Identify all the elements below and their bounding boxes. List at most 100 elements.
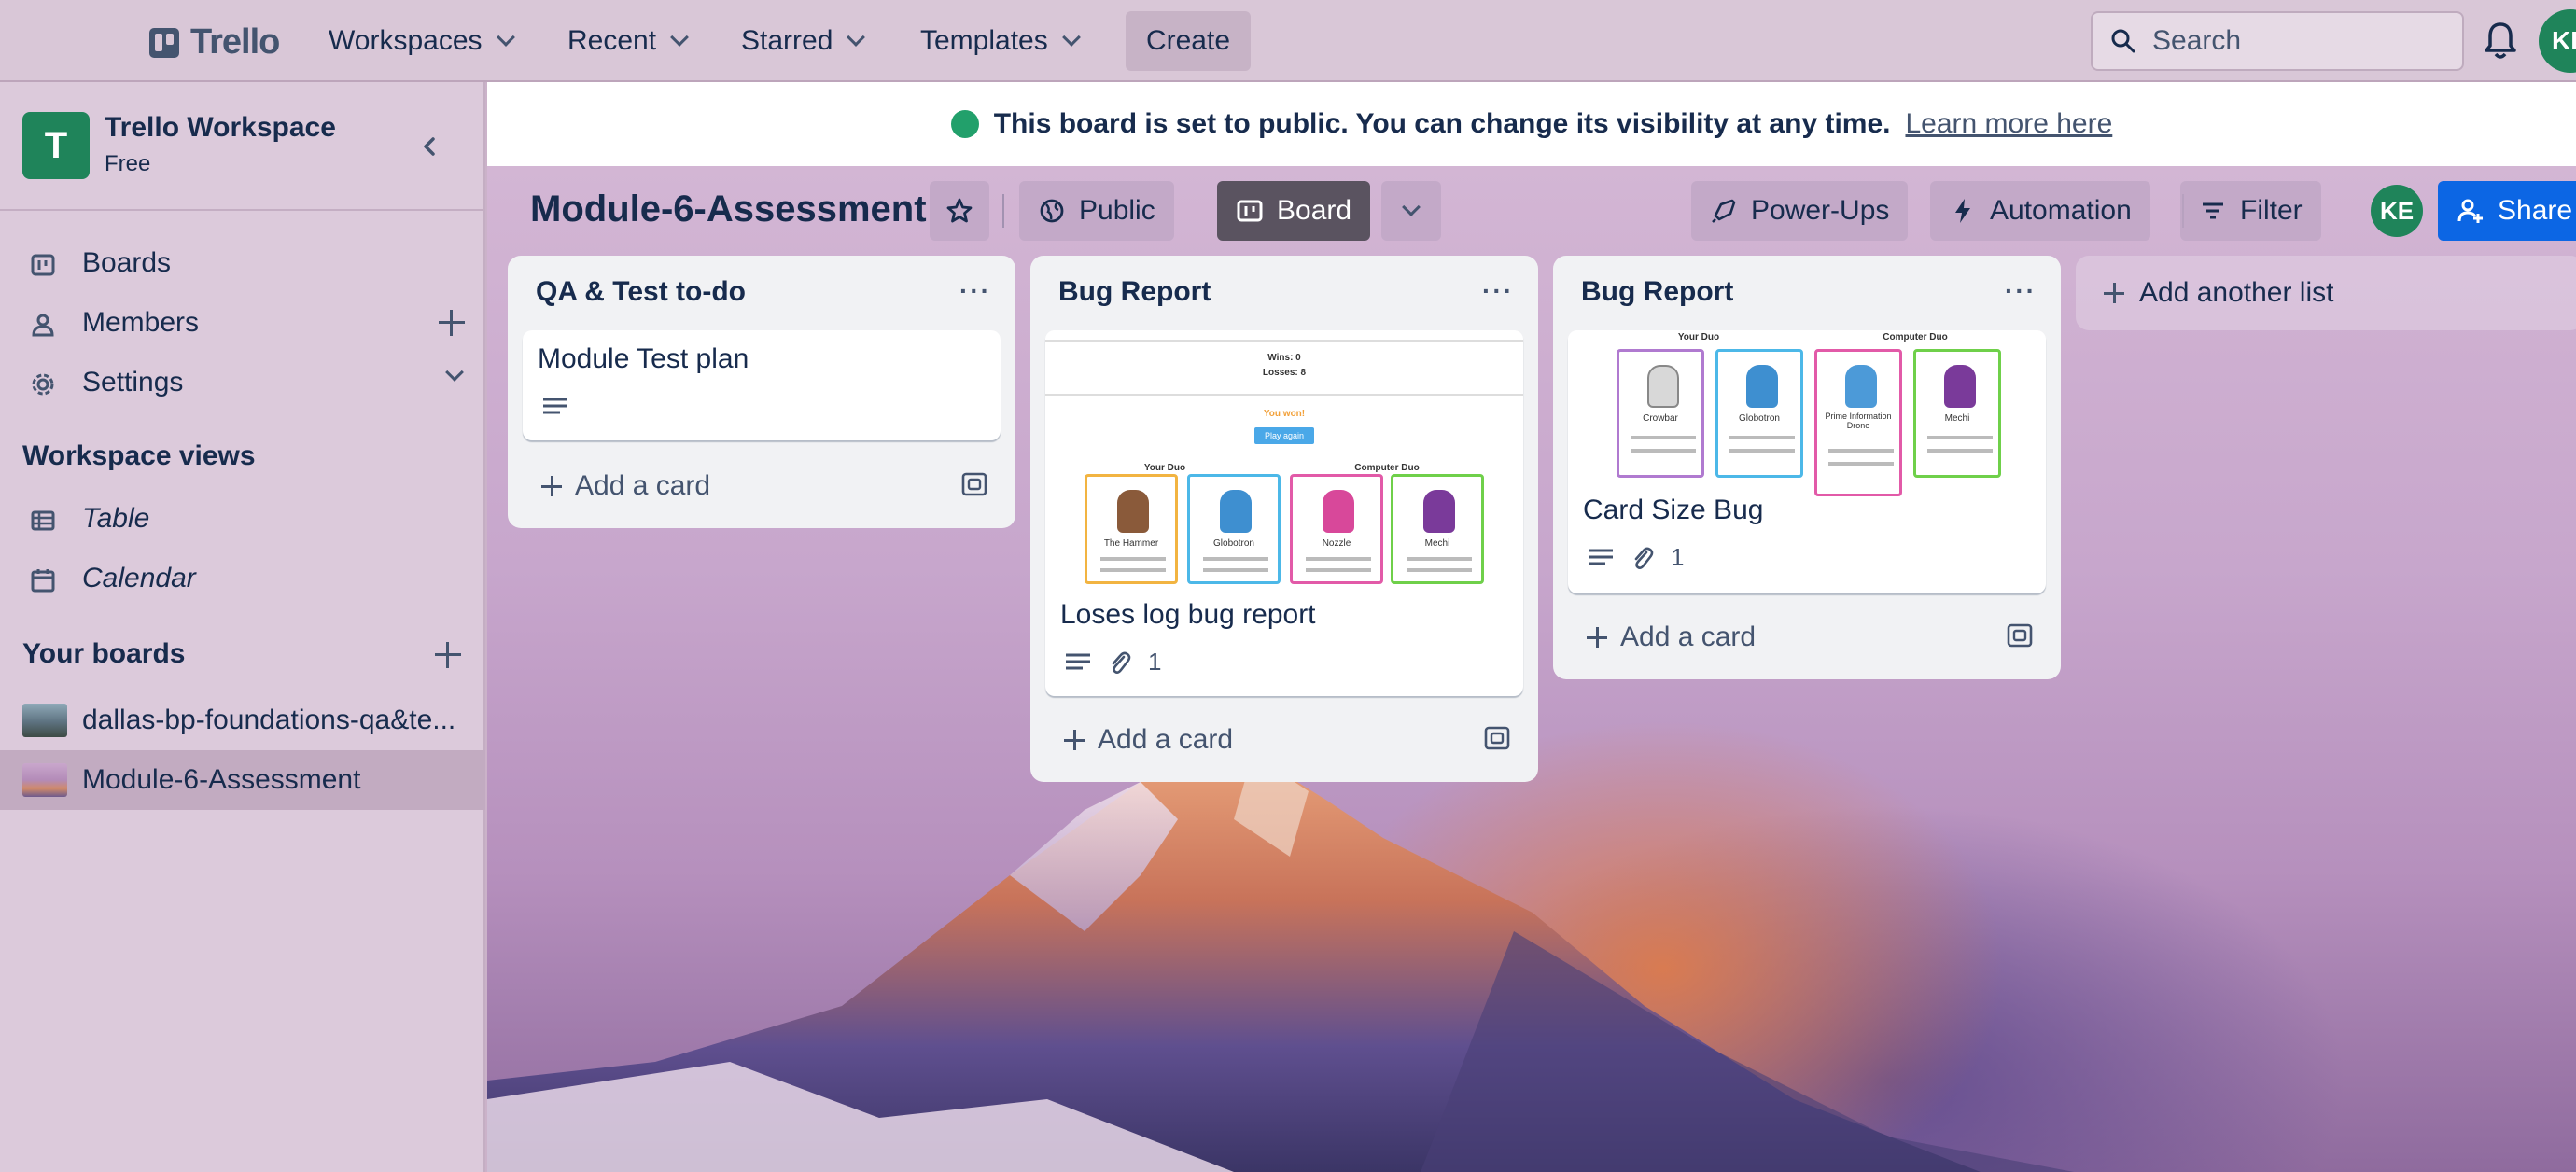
- starred-label: Starred: [741, 25, 833, 56]
- sidebar-item-calendar[interactable]: Calendar: [0, 551, 485, 607]
- sidebar-board-module-6[interactable]: Module-6-Assessment: [0, 750, 485, 810]
- add-board-icon[interactable]: [435, 642, 461, 668]
- attachment-icon: [1634, 547, 1654, 569]
- workspace-name[interactable]: Trello Workspace: [105, 112, 336, 144]
- sidebar-board-dallas[interactable]: dallas-bp-foundations-qa&te...: [0, 691, 485, 750]
- sidebar-item-members[interactable]: Members: [0, 295, 485, 351]
- add-list-label: Add another list: [2139, 277, 2334, 308]
- card-title: Loses log bug report: [1060, 599, 1316, 630]
- top-navigation-bar: Trello Workspaces Recent Starred Templat…: [0, 0, 2576, 82]
- filter-icon: [2203, 202, 2223, 219]
- chevron-down-icon: [1402, 198, 1421, 216]
- power-ups-label: Power-Ups: [1751, 195, 1890, 226]
- list-title[interactable]: QA & Test to-do: [536, 276, 746, 308]
- members-icon: [32, 314, 54, 337]
- list-qa-test-todo: QA & Test to-do ··· Module Test plan Add…: [508, 256, 1015, 528]
- add-another-list-button[interactable]: Add another list: [2076, 256, 2576, 330]
- visibility-label: Public: [1079, 195, 1155, 226]
- card-template-icon[interactable]: [961, 472, 987, 496]
- table-icon: [31, 510, 55, 531]
- card-cover-image: Wins: 0 Losses: 8 You won! Play again Yo…: [1045, 330, 1523, 584]
- public-board-banner: This board is set to public. You can cha…: [487, 82, 2576, 166]
- sidebar-board-label: Module-6-Assessment: [82, 764, 361, 795]
- attachment-icon: [1112, 651, 1131, 674]
- learn-more-link[interactable]: Learn more here: [1905, 108, 2112, 140]
- workspace-avatar[interactable]: T: [22, 112, 90, 179]
- sidebar-item-label: Settings: [82, 367, 184, 398]
- user-avatar[interactable]: KE: [2539, 9, 2576, 73]
- list-title[interactable]: Bug Report: [1058, 276, 1211, 308]
- workspace-header: T Trello Workspace Free: [0, 82, 485, 211]
- attachment-count: 1: [1671, 543, 1685, 571]
- description-icon: [543, 398, 567, 414]
- star-board-button[interactable]: [930, 181, 989, 241]
- share-button[interactable]: Share: [2438, 181, 2576, 241]
- workspaces-menu[interactable]: Workspaces: [321, 17, 520, 65]
- sidebar-item-table[interactable]: Table: [0, 491, 485, 547]
- automation-button[interactable]: Automation: [1930, 181, 2150, 241]
- board-title[interactable]: Module-6-Assessment: [530, 188, 927, 230]
- board-member-avatar[interactable]: KE: [2371, 185, 2423, 237]
- chevron-down-icon: [1061, 28, 1081, 47]
- chevron-down-icon: [670, 28, 689, 47]
- search-input[interactable]: Search: [2091, 11, 2464, 71]
- workspace-views-heading: Workspace views: [22, 440, 256, 471]
- board-view-button[interactable]: Board: [1217, 181, 1371, 241]
- list-menu-icon[interactable]: ···: [959, 276, 991, 306]
- plus-icon: [1064, 730, 1085, 750]
- list-title[interactable]: Bug Report: [1581, 276, 1733, 308]
- card-card-size-bug[interactable]: Your Duo Computer Duo Crowbar Globotron …: [1568, 330, 2046, 593]
- create-button[interactable]: Create: [1126, 11, 1251, 71]
- chevron-down-icon: [496, 28, 515, 47]
- templates-menu[interactable]: Templates: [913, 17, 1085, 65]
- chevron-down-icon[interactable]: [445, 363, 464, 382]
- switch-views-button[interactable]: [1381, 181, 1441, 241]
- cover-play-again: Play again: [1254, 427, 1314, 444]
- calendar-icon: [31, 569, 55, 593]
- notifications-bell-icon[interactable]: [2483, 21, 2518, 62]
- cover-bot-card: The Hammer: [1085, 474, 1178, 584]
- add-member-icon[interactable]: [439, 310, 465, 336]
- your-boards-heading: Your boards: [22, 638, 186, 669]
- description-icon: [1066, 653, 1090, 669]
- share-label: Share: [2498, 195, 2573, 226]
- add-card-button[interactable]: Add a card: [541, 470, 710, 502]
- sidebar-item-boards[interactable]: Boards: [0, 235, 485, 291]
- board-thumbnail: [22, 704, 67, 737]
- card-title: Module Test plan: [538, 343, 749, 374]
- card-loses-log-bug-report[interactable]: Wins: 0 Losses: 8 You won! Play again Yo…: [1045, 330, 1523, 696]
- card-module-test-plan[interactable]: Module Test plan: [523, 330, 1001, 440]
- add-card-button[interactable]: Add a card: [1587, 621, 1756, 653]
- recent-menu[interactable]: Recent: [560, 17, 693, 65]
- card-template-icon[interactable]: [1484, 726, 1510, 750]
- sidebar-board-label: dallas-bp-foundations-qa&te...: [82, 705, 456, 735]
- board-view-label: Board: [1277, 195, 1352, 226]
- board-thumbnail: [22, 763, 67, 797]
- power-ups-button[interactable]: Power-Ups: [1691, 181, 1909, 241]
- banner-message: This board is set to public. You can cha…: [993, 108, 1891, 139]
- card-badges: 1: [1589, 543, 1684, 572]
- card-cover-image: Your Duo Computer Duo Crowbar Globotron …: [1568, 330, 2046, 496]
- cover-result: You won!: [1263, 409, 1306, 419]
- cover-bot-card: Prime Information Drone: [1814, 349, 1902, 496]
- card-template-icon[interactable]: [2007, 623, 2033, 648]
- description-icon: [1589, 549, 1613, 565]
- add-card-button[interactable]: Add a card: [1064, 724, 1233, 756]
- visibility-button[interactable]: Public: [1019, 181, 1174, 241]
- search-icon: [2111, 29, 2135, 53]
- sidebar-item-settings[interactable]: Settings: [0, 355, 485, 411]
- attachment-count: 1: [1148, 648, 1162, 676]
- card-title: Card Size Bug: [1583, 495, 1764, 525]
- lightning-icon: [1955, 199, 1970, 223]
- workspace-plan: Free: [105, 151, 151, 176]
- list-bug-report-2: Bug Report ··· Your Duo Computer Duo Cro…: [1553, 256, 2061, 679]
- list-menu-icon[interactable]: ···: [1482, 276, 1514, 306]
- starred-menu[interactable]: Starred: [734, 17, 870, 65]
- filter-button[interactable]: Filter: [2180, 181, 2321, 241]
- collapse-sidebar-icon[interactable]: [416, 133, 444, 160]
- list-menu-icon[interactable]: ···: [2005, 276, 2037, 306]
- automation-label: Automation: [1990, 195, 2132, 226]
- trello-logo[interactable]: Trello: [149, 22, 280, 63]
- gear-icon: [32, 373, 54, 396]
- cover-bot-card: Mechi: [1391, 474, 1484, 584]
